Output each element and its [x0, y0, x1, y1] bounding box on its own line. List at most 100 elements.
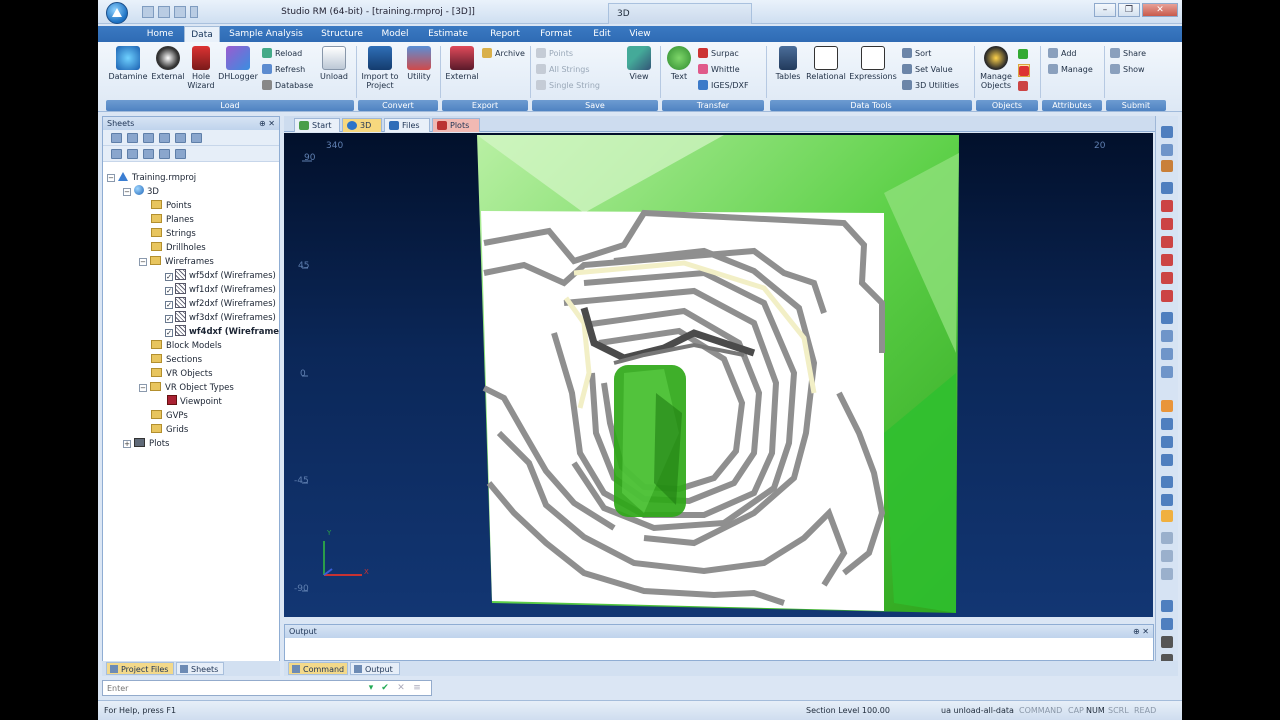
text-button[interactable]: Text — [662, 46, 696, 81]
command-input[interactable] — [103, 681, 357, 695]
database-button[interactable]: Database — [262, 79, 313, 92]
doc-tab-start[interactable]: Start — [294, 118, 340, 132]
view-button[interactable]: View — [622, 46, 656, 81]
dhlogger-button[interactable]: DHLogger — [216, 46, 260, 81]
tab-data[interactable]: Data — [184, 26, 220, 42]
visible-checkbox[interactable]: ✓ — [165, 301, 173, 309]
add-icon[interactable] — [127, 133, 138, 143]
tree-folder-strings[interactable]: Strings — [151, 227, 196, 241]
tree-folder-wireframes[interactable]: − Wireframes — [139, 255, 214, 269]
zoom-selection-icon[interactable] — [1161, 290, 1173, 302]
tree-viewpoint[interactable]: Viewpoint — [167, 395, 222, 409]
tree-wireframe[interactable]: ✓ wf1dxf (Wireframes) — [165, 283, 276, 297]
zoom-window-icon[interactable] — [1161, 236, 1173, 248]
tree-folder-sections[interactable]: Sections — [151, 353, 202, 367]
manage-objects-button[interactable]: Manage Objects — [976, 46, 1016, 90]
props-icon[interactable] — [159, 133, 170, 143]
archive-button[interactable]: Archive — [482, 47, 525, 60]
objects-add-button[interactable] — [1018, 48, 1028, 61]
doc-tab-files[interactable]: Files — [384, 118, 430, 132]
iges-dxf-button[interactable]: IGES/DXF — [698, 79, 749, 92]
tree-wireframe[interactable]: ✓ wf3dxf (Wireframes) — [165, 311, 276, 325]
reload-button[interactable]: Reload — [262, 47, 302, 60]
highlight-icon[interactable] — [1161, 400, 1173, 412]
grid-icon[interactable] — [1161, 532, 1173, 544]
pin-icon[interactable]: ⊕ ✕ — [259, 117, 275, 130]
zoom-previous-icon[interactable] — [1161, 272, 1173, 284]
tree-folder-drillholes[interactable]: Drillholes — [151, 241, 206, 255]
manage-attribute-button[interactable]: Manage — [1048, 63, 1093, 76]
link-icon[interactable] — [191, 133, 202, 143]
settings-icon[interactable] — [1161, 550, 1173, 562]
external-load-button[interactable]: External — [148, 46, 188, 81]
save-points-button[interactable]: Points — [536, 47, 573, 60]
select-icon[interactable] — [143, 149, 154, 159]
tab-sample-analysis[interactable]: Sample Analysis — [224, 26, 308, 42]
minimize-button[interactable]: – — [1094, 3, 1116, 17]
section-up-icon[interactable] — [1161, 418, 1173, 430]
tree-folder-planes[interactable]: Planes — [151, 213, 194, 227]
share-button[interactable]: Share — [1110, 47, 1146, 60]
objects-tools-button[interactable] — [1018, 80, 1028, 93]
tree-folder-block-models[interactable]: Block Models — [151, 339, 222, 353]
tree-plots[interactable]: + Plots — [123, 437, 169, 451]
doc-tab-plots[interactable]: Plots — [432, 118, 480, 132]
close-button[interactable]: ✕ — [1142, 3, 1178, 17]
tree-3d[interactable]: −3D — [123, 185, 159, 199]
copy-icon[interactable] — [143, 133, 154, 143]
doc-tab-3d[interactable]: 3D — [342, 118, 382, 132]
3d-utilities-button[interactable]: 3D Utilities — [902, 79, 959, 92]
maximize-button[interactable]: ❐ — [1118, 3, 1140, 17]
delete-icon[interactable] — [175, 149, 186, 159]
zoom-icon[interactable] — [1161, 182, 1173, 194]
clip-icon[interactable] — [1161, 476, 1173, 488]
output-text-area[interactable] — [285, 638, 1153, 660]
tree-folder-points[interactable]: Points — [151, 199, 192, 213]
section-icon[interactable] — [1161, 454, 1173, 466]
context-tab-3d[interactable]: 3D — [608, 3, 752, 24]
whittle-button[interactable]: Whittle — [698, 63, 740, 76]
tree-folder-gvps[interactable]: GVPs — [151, 409, 188, 423]
sort-button[interactable]: Sort — [902, 47, 931, 60]
add-attribute-button[interactable]: Add — [1048, 47, 1077, 60]
tree-folder-vr-objects[interactable]: VR Objects — [151, 367, 213, 381]
tab-sheets[interactable]: Sheets — [176, 662, 224, 675]
tables-button[interactable]: Tables — [770, 46, 806, 81]
zoom-in-icon[interactable] — [1161, 200, 1173, 212]
tab-command[interactable]: Command — [288, 662, 348, 675]
tree-folder-grids[interactable]: Grids — [151, 423, 188, 437]
tab-structure[interactable]: Structure — [312, 26, 372, 42]
layout-icon[interactable] — [1161, 510, 1173, 522]
relational-button[interactable]: Relational — [804, 46, 848, 81]
hole-wizard-button[interactable]: Hole Wizard — [184, 46, 218, 90]
new-sheet-icon[interactable] — [111, 133, 122, 143]
objects-flag-button[interactable] — [1018, 64, 1030, 77]
lights-icon[interactable] — [1161, 568, 1173, 580]
command-ok-icon[interactable]: ✔ — [379, 682, 391, 694]
command-dropdown-icon[interactable]: ▾ — [365, 682, 377, 694]
clip-front-icon[interactable] — [1161, 494, 1173, 506]
output-pin-icon[interactable]: ⊕ ✕ — [1133, 625, 1149, 638]
tree-wireframe[interactable]: ✓ wf5dxf (Wireframes) — [165, 269, 276, 283]
walk-icon[interactable] — [1161, 600, 1173, 612]
tab-estimate[interactable]: Estimate — [418, 26, 478, 42]
visible-checkbox[interactable]: ✓ — [165, 273, 173, 281]
rotate-icon[interactable] — [1161, 144, 1173, 156]
datamine-button[interactable]: Datamine — [106, 46, 150, 81]
tab-edit[interactable]: Edit — [582, 26, 622, 42]
save-all-strings-button[interactable]: All Strings — [536, 63, 590, 76]
tab-report[interactable]: Report — [480, 26, 530, 42]
visible-checkbox[interactable]: ✓ — [165, 315, 173, 323]
refresh-button[interactable]: Refresh — [262, 63, 305, 76]
zoom-out-icon[interactable] — [1161, 218, 1173, 230]
tab-model[interactable]: Model — [374, 26, 416, 42]
import-to-project-button[interactable]: Import to Project — [358, 46, 402, 90]
show-button[interactable]: Show — [1110, 63, 1145, 76]
reset-icon[interactable] — [1161, 636, 1173, 648]
expand-icon[interactable] — [111, 149, 122, 159]
tree-folder-vr-object-types[interactable]: − VR Object Types — [139, 381, 234, 395]
visible-checkbox[interactable]: ✓ — [165, 329, 173, 337]
visible-checkbox[interactable]: ✓ — [165, 287, 173, 295]
tab-project-files[interactable]: Project Files — [106, 662, 174, 675]
tab-view[interactable]: View — [620, 26, 660, 42]
